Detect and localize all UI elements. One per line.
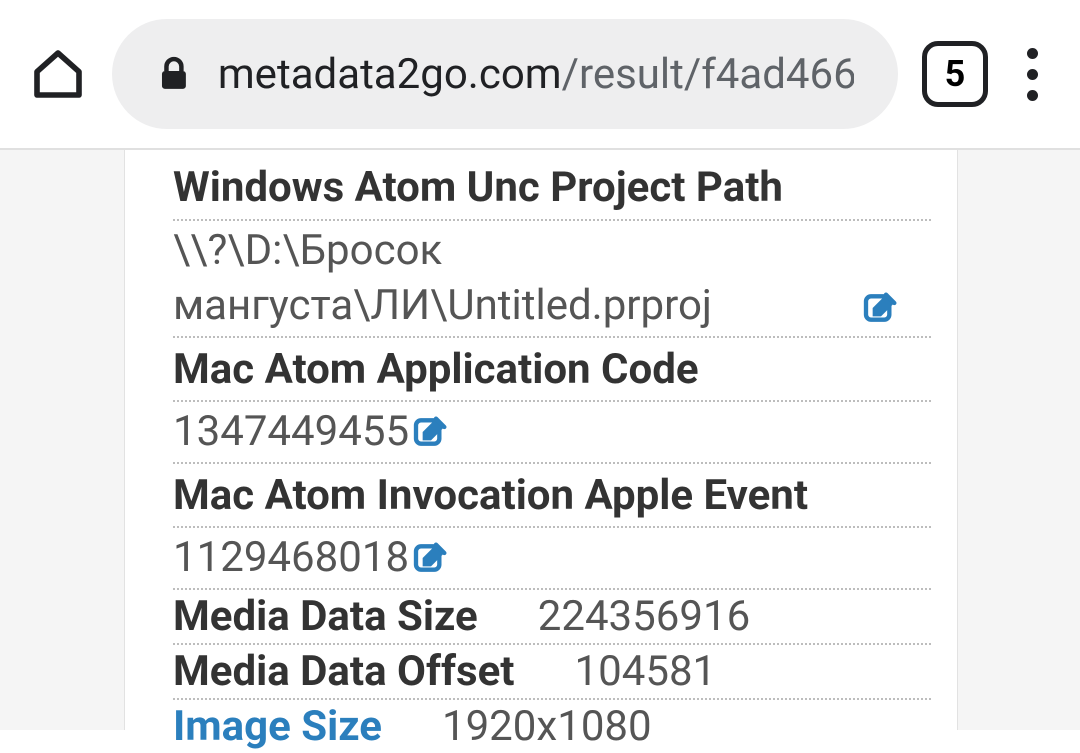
kebab-icon: [1027, 48, 1038, 59]
edit-button[interactable]: [411, 412, 451, 452]
metadata-label: Media Data Offset: [173, 647, 515, 696]
url-bar[interactable]: metadata2go.com/result/f4ad466: [112, 19, 898, 129]
url-path: /result/f4ad466: [562, 50, 854, 99]
metadata-value: 1347449455: [173, 404, 409, 459]
metadata-value: 104581: [575, 647, 717, 696]
metadata-label: Mac Atom Application Code: [173, 342, 931, 399]
browser-toolbar: metadata2go.com/result/f4ad466 5: [0, 0, 1080, 150]
kebab-icon: [1027, 69, 1038, 80]
url-domain: metadata2go.com: [218, 50, 562, 99]
metadata-value: 1920x1080: [442, 702, 652, 751]
metadata-value: 1129468018: [173, 530, 409, 585]
metadata-card: Windows Atom Unc Project Path \\?\D:\Бро…: [124, 150, 958, 730]
home-button[interactable]: [28, 44, 88, 104]
edit-button[interactable]: [411, 538, 451, 578]
metadata-value: \\?\D:\Бросок мангуста\ЛИ\Untitled.prpro…: [173, 223, 853, 334]
tabs-button[interactable]: 5: [922, 41, 988, 107]
metadata-label-row: Mac Atom Application Code: [173, 338, 931, 403]
edit-icon: [411, 412, 451, 452]
url-text: metadata2go.com/result/f4ad466: [218, 50, 854, 99]
metadata-pair-row: Media Data Offset 104581: [173, 645, 931, 700]
home-icon: [30, 46, 86, 102]
metadata-pair-row: Media Data Size 224356916: [173, 590, 931, 645]
edit-button[interactable]: [861, 288, 901, 328]
metadata-label-row: Windows Atom Unc Project Path: [173, 156, 931, 221]
metadata-label: Media Data Size: [173, 592, 478, 641]
edit-icon: [861, 288, 901, 328]
metadata-value: 224356916: [538, 592, 750, 641]
tabs-count: 5: [945, 53, 966, 95]
overflow-menu-button[interactable]: [1012, 48, 1052, 101]
lock-icon: [156, 54, 192, 94]
edit-icon: [411, 538, 451, 578]
metadata-label-link[interactable]: Image Size: [173, 702, 382, 751]
metadata-value-row: 1347449455: [173, 402, 931, 463]
metadata-label-row: Mac Atom Invocation Apple Event: [173, 464, 931, 529]
metadata-label: Windows Atom Unc Project Path: [173, 160, 931, 217]
metadata-value-row: \\?\D:\Бросок мангуста\ЛИ\Untitled.prpro…: [173, 221, 931, 338]
metadata-pair-row: Image Size 1920x1080: [173, 700, 931, 753]
metadata-value-row: 1129468018: [173, 528, 931, 589]
metadata-label: Mac Atom Invocation Apple Event: [173, 468, 931, 525]
page-body: Windows Atom Unc Project Path \\?\D:\Бро…: [0, 150, 1080, 730]
kebab-icon: [1027, 90, 1038, 101]
